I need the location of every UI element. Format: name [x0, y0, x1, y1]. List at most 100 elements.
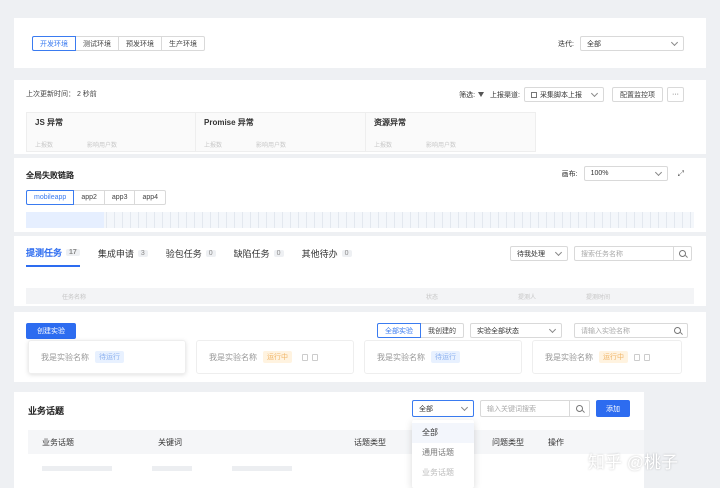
channel-select[interactable]: 采集脚本上报: [524, 87, 604, 102]
tab-label: 缺陷任务: [233, 249, 270, 259]
metric-js[interactable]: JS 异常 上报数 影响用户数: [26, 112, 196, 152]
tab-app-mobileapp[interactable]: mobileapp: [26, 190, 75, 205]
zoom-value: 100%: [590, 170, 609, 177]
column-header: 任务名称: [62, 294, 87, 301]
search-button[interactable]: [569, 401, 589, 416]
chain-panel: 全局失败链路 画布: 100% ⤢ mobileapp app2 app3 ap…: [14, 158, 706, 232]
chain-title: 全局失败链路: [26, 171, 74, 180]
tab-test[interactable]: 测试环境: [75, 36, 119, 51]
tab-prod[interactable]: 生产环境: [161, 36, 205, 51]
metric-title: Promise 异常: [204, 118, 254, 127]
experiment-card[interactable]: 我是实验名称 待运行: [364, 340, 522, 374]
column-header: 话题类型: [354, 437, 386, 447]
iteration-label: 迭代:: [558, 40, 574, 48]
chevron-down-icon: [670, 38, 679, 46]
count-badge: 3: [137, 250, 148, 257]
channel-label: 上报渠道:: [490, 91, 520, 99]
topics-table-header: 业务话题 关键词 话题类型 问题类型 操作: [28, 430, 644, 454]
delete-icon[interactable]: [312, 353, 318, 361]
task-table-header: 任务名称 状态 提测人 提测时间: [26, 288, 694, 304]
monitor-panel: 上次更新时间： 2 秒前 筛选: 上报渠道: 采集脚本上报 配置监控项 ··· …: [14, 80, 706, 154]
topics-title: 业务话题: [28, 406, 65, 416]
iteration-select[interactable]: 全部: [580, 36, 684, 51]
column-header: 状态: [426, 294, 439, 301]
tab-defect[interactable]: 缺陷任务 0: [234, 247, 284, 266]
task-tabs: 提测任务 17 集成申请 3 验包任务 0 缺陷任务 0 其他待办 0: [26, 246, 352, 267]
add-topic-button[interactable]: 添加: [596, 400, 630, 417]
filter-label: 筛选:: [459, 91, 476, 99]
task-search-input[interactable]: 搜索任务名称: [574, 246, 692, 261]
experiment-name: 我是实验名称: [41, 352, 89, 362]
chain-canvas[interactable]: [26, 212, 694, 228]
metric-col1: 上报数: [374, 143, 393, 149]
count-badge: 0: [205, 250, 216, 257]
task-status-select[interactable]: 待我处理: [510, 246, 568, 261]
experiment-name: 我是实验名称: [377, 352, 425, 362]
metric-col2: 影响用户数: [256, 143, 287, 149]
experiment-card[interactable]: 我是实验名称 待运行: [28, 340, 186, 374]
fullscreen-icon[interactable]: ⤢: [678, 169, 684, 179]
topic-search-input[interactable]: 输入关键词搜索: [480, 400, 590, 417]
status-badge: 待运行: [431, 351, 460, 363]
more-button[interactable]: ···: [667, 87, 684, 102]
chain-node[interactable]: [26, 212, 104, 228]
count-badge: 17: [66, 249, 80, 256]
experiment-scope-tabs: 全部实验 我创建的: [377, 323, 464, 338]
tab-package-check[interactable]: 验包任务 0: [166, 247, 216, 266]
column-header: 问题类型: [492, 437, 524, 447]
metric-resource[interactable]: 资源异常 上报数 影响用户数: [366, 112, 536, 152]
tab-dev[interactable]: 开发环境: [32, 36, 76, 51]
watermark: 知乎 @桃子: [588, 453, 678, 472]
tab-integration[interactable]: 集成申请 3: [98, 247, 148, 266]
status-badge: 运行中: [263, 351, 292, 363]
metric-title: 资源异常: [374, 118, 406, 127]
search-button[interactable]: [673, 247, 691, 260]
create-experiment-button[interactable]: 创建实验: [26, 323, 76, 339]
zoom-select[interactable]: 100%: [583, 166, 668, 181]
config-monitor-button[interactable]: 配置监控项: [612, 87, 663, 102]
app-tabs: mobileapp app2 app3 app4: [26, 190, 167, 205]
copy-icon[interactable]: [634, 353, 640, 361]
chevron-down-icon: [654, 168, 662, 176]
experiment-card[interactable]: 我是实验名称 运行中: [532, 340, 682, 374]
dropdown-option-all[interactable]: 全部: [412, 423, 474, 443]
copy-icon[interactable]: [302, 353, 308, 361]
topics-table-row[interactable]: [42, 466, 562, 474]
tab-submit-test[interactable]: 提测任务 17: [26, 246, 80, 267]
tab-my-experiments[interactable]: 我创建的: [420, 323, 464, 338]
script-icon: [531, 91, 537, 98]
experiment-card[interactable]: 我是实验名称 运行中: [196, 340, 354, 374]
tab-app2[interactable]: app2: [73, 190, 105, 205]
metrics-row: JS 异常 上报数 影响用户数 Promise 异常 上报数 影响用户数 资源异…: [26, 112, 536, 152]
dropdown-option-general[interactable]: 通用话题: [412, 443, 474, 463]
delete-icon[interactable]: [644, 353, 650, 361]
search-icon[interactable]: [674, 327, 681, 334]
tab-staging[interactable]: 预发环境: [118, 36, 162, 51]
tab-other[interactable]: 其他待办 0: [302, 247, 352, 266]
column-header: 提测时间: [586, 294, 611, 301]
experiment-status-select[interactable]: 实验全部状态: [470, 323, 562, 338]
tab-label: 提测任务: [26, 248, 63, 258]
tab-app3[interactable]: app3: [103, 190, 136, 205]
count-badge: 0: [341, 250, 352, 257]
task-status-value: 待我处理: [517, 250, 545, 258]
tab-all-experiments[interactable]: 全部实验: [377, 323, 421, 338]
canvas-label: 画布:: [561, 170, 578, 178]
filter-icon[interactable]: [478, 92, 485, 97]
topic-filter-select[interactable]: 全部: [412, 400, 474, 417]
tasks-panel: 提测任务 17 集成申请 3 验包任务 0 缺陷任务 0 其他待办 0 待我处理…: [14, 236, 706, 306]
tab-label: 集成申请: [97, 249, 134, 259]
count-badge: 0: [273, 250, 284, 257]
search-icon: [576, 405, 583, 412]
env-tabs: 开发环境 测试环境 预发环境 生产环境: [32, 36, 205, 51]
chevron-down-icon: [590, 89, 599, 97]
topic-search-placeholder: 输入关键词搜索: [487, 405, 536, 413]
metric-col1: 上报数: [35, 143, 54, 149]
tab-app4[interactable]: app4: [134, 190, 167, 205]
metric-promise[interactable]: Promise 异常 上报数 影响用户数: [196, 112, 366, 152]
topic-filter-value: 全部: [419, 405, 433, 413]
status-badge: 待运行: [95, 351, 124, 363]
channel-value: 采集脚本上报: [531, 90, 582, 100]
experiment-search-input[interactable]: 请输入实验名称: [574, 323, 688, 338]
dropdown-option-business[interactable]: 业务话题: [412, 463, 474, 483]
